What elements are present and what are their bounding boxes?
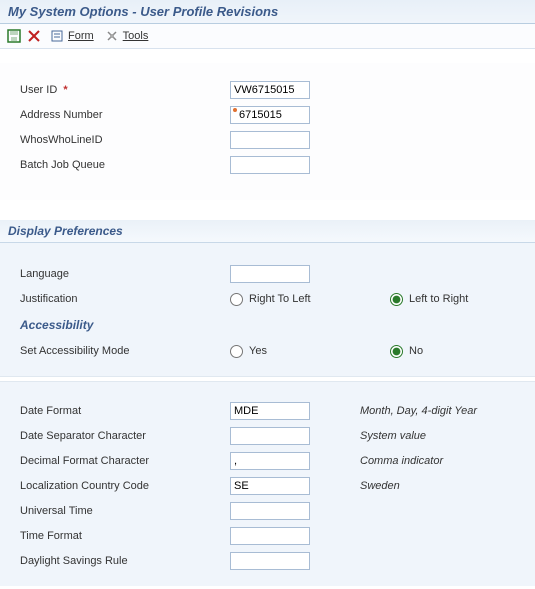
date-sep-desc: System value	[360, 430, 426, 442]
decimal-fmt-label: Decimal Format Character	[20, 455, 230, 467]
save-icon[interactable]	[6, 28, 22, 44]
rtl-radio[interactable]	[230, 293, 243, 306]
rtl-label: Right To Left	[249, 293, 311, 305]
tools-icon	[104, 28, 120, 44]
form-icon	[49, 28, 65, 44]
required-star: *	[63, 84, 67, 96]
whoswho-label: WhosWhoLineID	[20, 134, 230, 146]
required-dot-icon	[233, 108, 237, 112]
form-menu[interactable]: Form	[46, 27, 97, 45]
whoswho-input[interactable]	[230, 131, 310, 149]
tools-menu[interactable]: Tools	[101, 27, 152, 45]
display-prefs-header: Display Preferences	[0, 220, 535, 243]
ltr-radio[interactable]	[390, 293, 403, 306]
time-format-label: Time Format	[20, 530, 230, 542]
batch-queue-input[interactable]	[230, 156, 310, 174]
address-number-label: Address Number	[20, 109, 230, 121]
date-format-input[interactable]	[230, 402, 310, 420]
ltr-label: Left to Right	[409, 293, 468, 305]
no-label: No	[409, 345, 423, 357]
universal-time-label: Universal Time	[20, 505, 230, 517]
yes-label: Yes	[249, 345, 267, 357]
language-label: Language	[20, 268, 230, 280]
batch-queue-label: Batch Job Queue	[20, 159, 230, 171]
yes-radio[interactable]	[230, 345, 243, 358]
date-format-desc: Month, Day, 4-digit Year	[360, 405, 477, 417]
loc-country-input[interactable]	[230, 477, 310, 495]
decimal-fmt-desc: Comma indicator	[360, 455, 443, 467]
time-format-input[interactable]	[230, 527, 310, 545]
date-sep-label: Date Separator Character	[20, 430, 230, 442]
accessibility-header: Accessibility	[20, 314, 515, 336]
user-id-input[interactable]	[230, 81, 310, 99]
universal-time-input[interactable]	[230, 502, 310, 520]
dst-rule-input[interactable]	[230, 552, 310, 570]
close-icon[interactable]	[26, 28, 42, 44]
dst-rule-label: Daylight Savings Rule	[20, 555, 230, 567]
date-format-label: Date Format	[20, 405, 230, 417]
set-access-label: Set Accessibility Mode	[20, 345, 230, 357]
address-number-input[interactable]	[230, 106, 310, 124]
display-prefs-section: Language Justification Right To Left Lef…	[0, 243, 535, 376]
tools-menu-label: Tools	[123, 30, 149, 42]
language-input[interactable]	[230, 265, 310, 283]
format-section: Date Format Month, Day, 4-digit Year Dat…	[0, 382, 535, 586]
page-title: My System Options - User Profile Revisio…	[8, 4, 527, 19]
user-info-section: User ID * Address Number WhosWhoLineID B…	[0, 63, 535, 200]
no-radio[interactable]	[390, 345, 403, 358]
form-menu-label: Form	[68, 30, 94, 42]
loc-country-label: Localization Country Code	[20, 480, 230, 492]
user-id-label: User ID	[20, 84, 57, 96]
loc-country-desc: Sweden	[360, 480, 400, 492]
toolbar: Form Tools	[0, 24, 535, 49]
justification-label: Justification	[20, 293, 230, 305]
decimal-fmt-input[interactable]	[230, 452, 310, 470]
date-sep-input[interactable]	[230, 427, 310, 445]
